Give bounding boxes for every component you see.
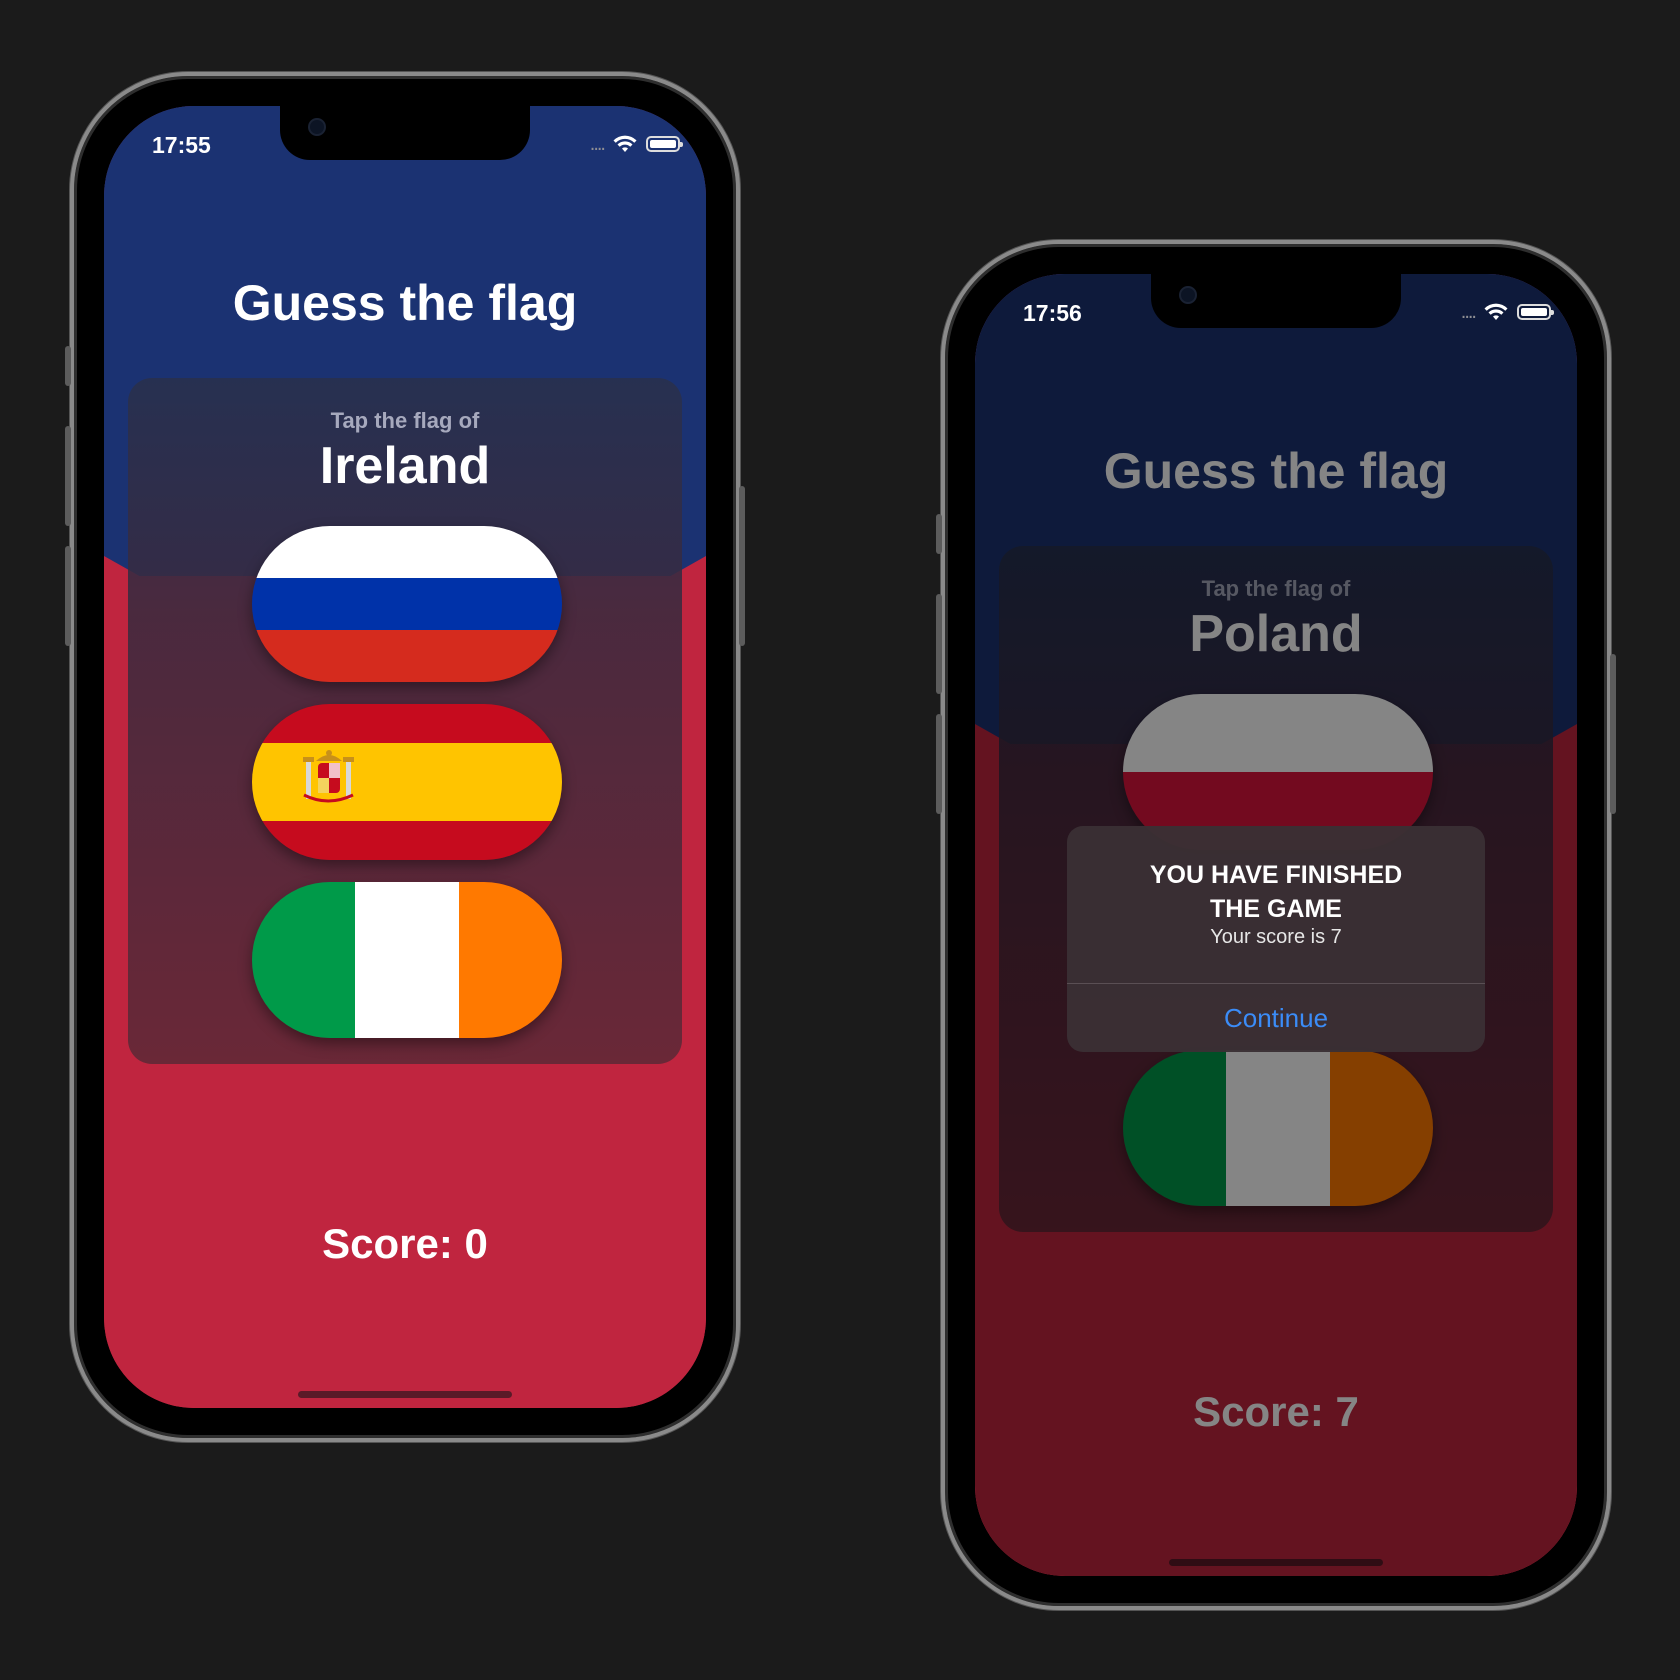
notch: [1151, 274, 1401, 328]
flag-button-russia[interactable]: [252, 526, 562, 682]
game-over-alert: YOU HAVE FINISHED THE GAME Your score is…: [1067, 826, 1485, 1052]
russia-flag-icon: [252, 526, 562, 682]
prompt-label: Tap the flag of: [330, 408, 480, 433]
score-label: Score: 0: [322, 1220, 488, 1267]
flag-button-ireland[interactable]: [252, 882, 562, 1038]
wifi-icon: [1484, 303, 1508, 320]
camera-icon: [308, 118, 326, 136]
alert-title: YOU HAVE FINISHED THE GAME: [1149, 861, 1403, 923]
spain-flag-icon: [252, 704, 562, 860]
screen-left: 17:55 .... Guess the flag Tap the flag o…: [104, 106, 706, 1408]
coat-of-arms-icon: [303, 750, 354, 803]
home-indicator[interactable]: [298, 1391, 512, 1398]
status-icons: ....: [1460, 301, 1554, 323]
ireland-flag-icon: [252, 882, 562, 1038]
silent-switch: [936, 514, 942, 554]
battery-icon: [646, 136, 683, 152]
volume-down-button: [936, 714, 942, 814]
country-name: Ireland: [319, 437, 491, 495]
status-time: 17:56: [1023, 300, 1082, 326]
battery-icon: [1517, 304, 1554, 320]
page-title: Guess the flag: [232, 275, 578, 331]
volume-down-button: [65, 546, 71, 646]
silent-switch: [65, 346, 71, 386]
status-time: 17:55: [152, 132, 211, 158]
screen-right: 17:56 .... Guess the flag Tap the flag o…: [975, 274, 1577, 1576]
camera-icon: [1179, 286, 1197, 304]
signal-icon: ....: [589, 133, 606, 155]
signal-icon: ....: [1460, 301, 1477, 323]
flag-button-spain[interactable]: [252, 704, 562, 860]
volume-up-button: [65, 426, 71, 526]
wifi-icon: [613, 135, 637, 152]
continue-button[interactable]: Continue: [1067, 984, 1485, 1052]
volume-up-button: [936, 594, 942, 694]
status-icons: ....: [589, 133, 683, 155]
alert-message: Your score is 7: [1210, 926, 1342, 948]
question-card: Tap the flag of Ireland: [128, 378, 682, 1064]
phone-left: 17:55 .... Guess the flag Tap the flag o…: [65, 72, 745, 1442]
power-button: [1610, 654, 1616, 814]
phone-right: 17:56 .... Guess the flag Tap the flag o…: [936, 240, 1616, 1610]
notch: [280, 106, 530, 160]
power-button: [739, 486, 745, 646]
